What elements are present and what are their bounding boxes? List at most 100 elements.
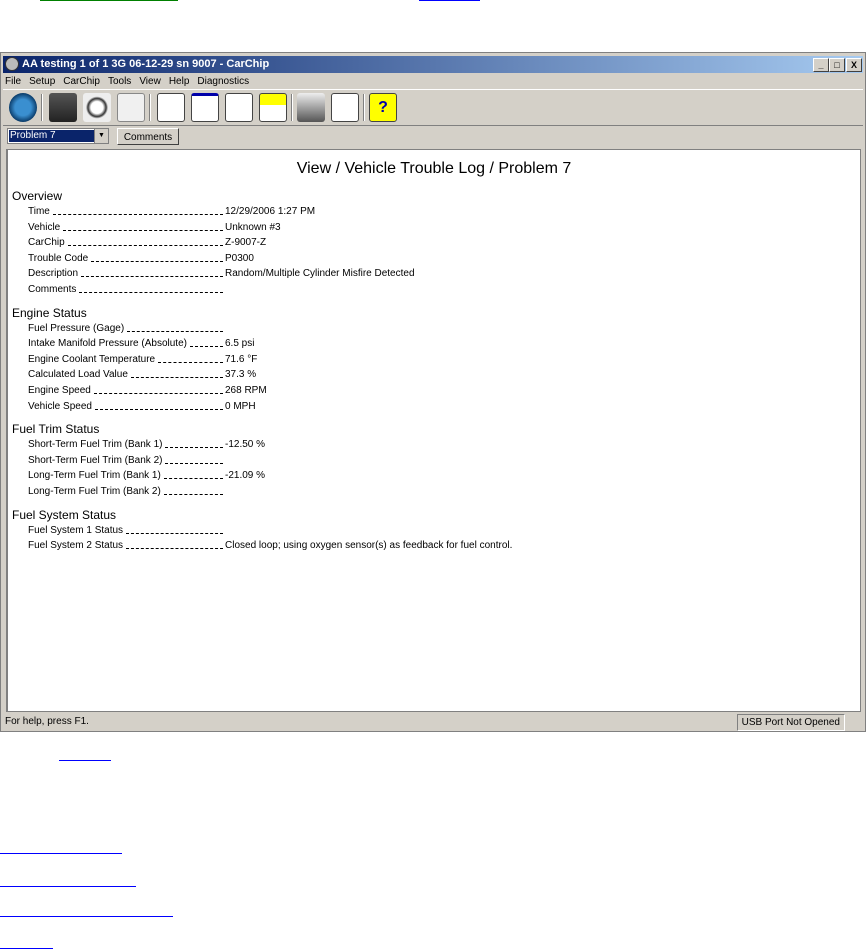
field-label: Fuel Pressure (Gage) [28, 322, 125, 334]
dotted-leader [126, 538, 223, 550]
field-value: Random/Multiple Cylinder Misfire Detecte… [225, 268, 415, 280]
field-label: Calculated Load Value [28, 369, 128, 381]
field-label: Engine Coolant Temperature [28, 353, 156, 365]
field-row: Vehicle Unknown #3 [12, 220, 512, 236]
menu-carchip[interactable]: CarChip [63, 74, 100, 90]
field-value: 0 MPH [225, 400, 256, 412]
field-label: Description [28, 268, 79, 280]
field-value: 71.6 °F [225, 353, 258, 365]
menu-view[interactable]: View [139, 74, 161, 90]
link-underline[interactable] [0, 916, 173, 917]
field-label: Fuel System 1 Status [28, 524, 124, 536]
problem-select[interactable]: Problem 7 ▼ [7, 128, 109, 144]
report-icon[interactable] [157, 93, 185, 122]
field-row: Comments [12, 282, 512, 298]
dotted-leader [130, 367, 223, 379]
field-row: Time 12/29/2006 1:27 PM [12, 204, 512, 220]
dotted-leader [163, 484, 223, 495]
report-sections: Overview Time 12/29/2006 1:27 PM Vehicle Unk… [12, 188, 512, 554]
link-underline-top-right[interactable] [419, 0, 480, 1]
field-label: Vehicle [28, 221, 61, 233]
warning-report-icon[interactable] [259, 93, 287, 122]
dotted-leader [67, 235, 223, 247]
field-row: Fuel System 2 Status Closed loop; using o… [12, 538, 512, 554]
field-row: Short-Term Fuel Trim (Bank 2) [12, 453, 512, 469]
field-value: -12.50 % [225, 439, 266, 451]
link-underline[interactable] [0, 853, 122, 854]
menu-help[interactable]: Help [169, 74, 190, 90]
dotted-leader [127, 321, 223, 332]
section-title: Fuel Trim Status [12, 422, 100, 437]
field-label: Long-Term Fuel Trim (Bank 2) [28, 485, 161, 497]
print-preview-icon[interactable] [331, 93, 359, 122]
link-underline-green[interactable] [40, 0, 178, 1]
field-value: 12/29/2006 1:27 PM [225, 206, 316, 217]
field-label: Vehicle Speed [28, 400, 92, 412]
dotted-leader [126, 523, 223, 534]
field-label: Trouble Code [28, 252, 89, 264]
dotted-leader [52, 204, 223, 215]
field-row: Intake Manifold Pressure (Absolute) 6.5 p… [12, 336, 512, 352]
print-icon[interactable] [297, 93, 325, 122]
toolbar: ? [3, 89, 863, 126]
dotted-leader [158, 352, 223, 363]
field-row: Engine Coolant Temperature 71.6 °F [12, 352, 512, 368]
dotted-leader [79, 282, 223, 293]
field-row: Fuel Pressure (Gage) [12, 321, 512, 337]
dotted-leader [93, 383, 223, 394]
link-underline[interactable] [0, 948, 53, 949]
field-label: Short-Term Fuel Trim (Bank 2) [28, 454, 163, 466]
field-row: CarChip Z-9007-Z [12, 235, 512, 251]
help-icon[interactable]: ? [369, 93, 397, 122]
menu-file[interactable]: File [5, 74, 21, 90]
add-report-icon[interactable] [225, 93, 253, 122]
calendar-icon[interactable] [191, 93, 219, 122]
dotted-leader [91, 251, 223, 262]
dotted-leader [163, 468, 223, 480]
dotted-leader [94, 399, 223, 410]
field-row: Fuel System 1 Status [12, 523, 512, 539]
field-value: 268 RPM [225, 384, 267, 396]
menu-diagnostics[interactable]: Diagnostics [197, 74, 249, 90]
section-title: Engine Status [12, 305, 87, 320]
field-label: Time [28, 206, 50, 217]
window-title: AA testing 1 of 1 3G 06-12-29 sn 9007 - … [22, 58, 270, 70]
field-label: Fuel System 2 Status [28, 540, 124, 552]
field-value: 6.5 psi [225, 338, 255, 350]
field-label: Comments [28, 283, 77, 295]
dotted-leader [63, 220, 223, 231]
graph-icon[interactable] [117, 93, 145, 122]
section-title: Overview [12, 189, 63, 203]
field-label: CarChip [28, 237, 65, 249]
close-button[interactable]: X [846, 58, 862, 72]
chevron-down-icon[interactable]: ▼ [94, 129, 108, 143]
title-bar: AA testing 1 of 1 3G 06-12-29 sn 9007 - … [3, 56, 863, 73]
field-row: Short-Term Fuel Trim (Bank 1) -12.50 % [12, 437, 512, 453]
report-view: View / Vehicle Trouble Log / Problem 7 O… [6, 149, 861, 712]
field-value: Z-9007-Z [225, 237, 267, 249]
field-value: -21.09 % [225, 470, 266, 482]
page-title: View / Vehicle Trouble Log / Problem 7 [296, 160, 572, 177]
minimize-button[interactable]: _ [813, 58, 829, 72]
inspect-icon[interactable] [83, 93, 111, 122]
comments-button[interactable]: Comments [117, 128, 179, 145]
link-underline[interactable] [0, 886, 136, 887]
home-icon[interactable] [9, 93, 37, 122]
field-value: P0300 [225, 252, 254, 264]
field-value: Unknown #3 [225, 221, 281, 233]
download-icon[interactable] [49, 93, 77, 122]
field-row: Description Random/Multiple Cylinder Misf… [12, 266, 512, 282]
dotted-leader [81, 266, 223, 278]
field-row: Long-Term Fuel Trim (Bank 2) [12, 484, 512, 500]
status-help-text: For help, press F1. [5, 716, 89, 727]
status-bar: For help, press F1. USB Port Not Opened [3, 713, 863, 731]
carchip-window: AA testing 1 of 1 3G 06-12-29 sn 9007 - … [0, 52, 866, 732]
menu-bar: File Setup CarChip Tools View Help Diagn… [5, 74, 249, 90]
field-label: Intake Manifold Pressure (Absolute) [28, 338, 187, 350]
menu-setup[interactable]: Setup [29, 74, 55, 90]
link-underline[interactable] [59, 760, 111, 761]
field-row: Trouble Code P0300 [12, 251, 512, 267]
menu-tools[interactable]: Tools [108, 74, 131, 90]
port-status: USB Port Not Opened [736, 714, 845, 731]
maximize-button[interactable]: □ [829, 58, 845, 72]
